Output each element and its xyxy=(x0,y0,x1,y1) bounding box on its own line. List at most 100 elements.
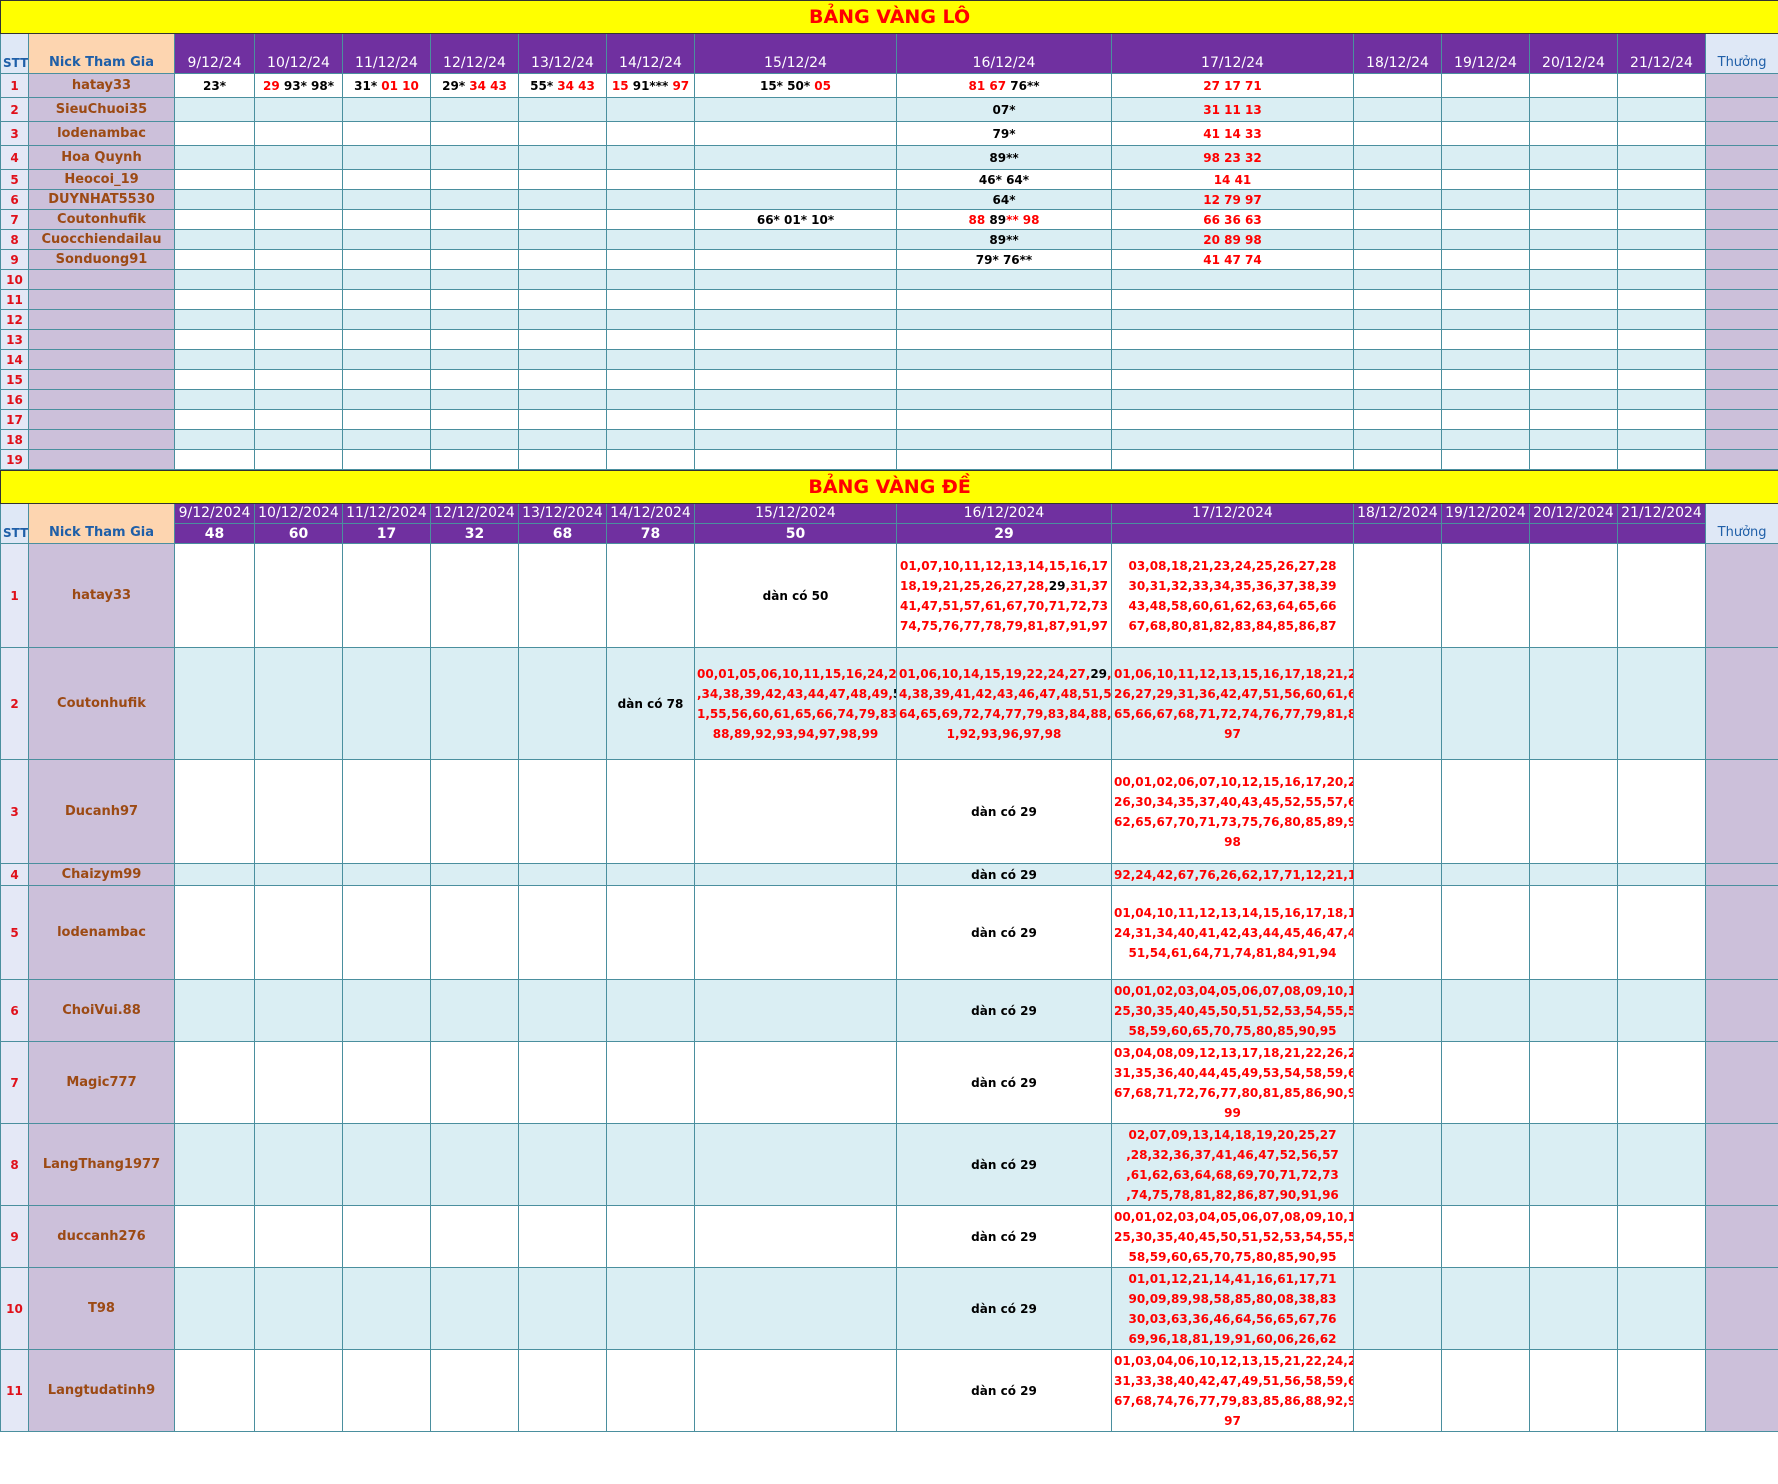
de-cell xyxy=(518,1267,607,1350)
lo-cell xyxy=(1617,229,1706,250)
lo-cell xyxy=(174,289,255,310)
lo-cell xyxy=(430,269,519,290)
de-cell xyxy=(430,885,519,980)
de-cell xyxy=(1353,979,1442,1042)
de-cell xyxy=(254,1349,343,1432)
lo-row-nick: Cuocchiendailau xyxy=(28,229,175,250)
cell-segment: dàn có 29 xyxy=(971,1157,1037,1172)
lo-cell xyxy=(1617,73,1706,98)
de-row: 10 T98 dàn có 29 01,01,12,21,14,41,16,61,17… xyxy=(0,1267,1778,1350)
lo-cell xyxy=(1529,309,1618,330)
lo-thuong-header: Thưởng xyxy=(1704,33,1778,74)
de-cell xyxy=(1353,1205,1442,1268)
de-cell xyxy=(694,759,897,864)
de-cell xyxy=(254,759,343,864)
cell-segment: 88 xyxy=(968,212,990,227)
lo-cell xyxy=(694,189,897,210)
lo-row: 8 Cuocchiendailau 89** 20 89 98 xyxy=(0,229,1778,250)
de-cell xyxy=(174,1123,255,1206)
lo-cell xyxy=(254,249,343,270)
de-cell xyxy=(1441,1349,1530,1432)
lo-cell xyxy=(1111,349,1354,370)
de-cell xyxy=(1617,647,1706,760)
lo-cell: 79* 76** xyxy=(896,249,1112,270)
lo-row-thuong xyxy=(1704,409,1778,430)
lo-cell: 46* 64* xyxy=(896,169,1112,190)
lo-cell xyxy=(1529,429,1618,450)
lo-cell xyxy=(1441,169,1530,190)
lo-cell xyxy=(1353,409,1442,430)
lo-cell: 27 17 71 xyxy=(1111,73,1354,98)
lo-cell: 20 89 98 xyxy=(1111,229,1354,250)
de-cell xyxy=(1441,979,1530,1042)
de-cell xyxy=(430,863,519,886)
lo-cell xyxy=(430,249,519,270)
lo-cell xyxy=(694,309,897,330)
lo-row-stt: 15 xyxy=(0,369,29,390)
de-cell: 00,01,02,03,04,05,06,07,08,09,10,15,20,2… xyxy=(1111,1205,1354,1268)
de-cell xyxy=(606,885,695,980)
cell-segment: 15* 50* xyxy=(759,78,815,93)
de-cell xyxy=(606,863,695,886)
lo-cell xyxy=(1441,189,1530,210)
de-cell xyxy=(694,885,897,980)
lo-cell: 55* 34 43 xyxy=(518,73,607,98)
de-nick-header: Nick Tham Gia xyxy=(28,503,175,544)
lo-row-stt: 12 xyxy=(0,309,29,330)
lo-cell xyxy=(694,349,897,370)
de-cell xyxy=(1529,647,1618,760)
de-cell xyxy=(174,1349,255,1432)
lo-cell xyxy=(606,121,695,146)
lo-cell xyxy=(254,209,343,230)
de-cell xyxy=(1529,759,1618,864)
lo-cell xyxy=(1441,309,1530,330)
lo-row: 2 SieuChuoi35 07* 31 11 13 xyxy=(0,97,1778,122)
cell-segment: 89** xyxy=(989,232,1019,247)
de-cell: 01,03,04,06,10,12,13,15,21,22,24,29,30,3… xyxy=(1111,1349,1354,1432)
de-row: 2 Coutonhufik dàn có 78 00,01,05,06,10,11,1… xyxy=(0,647,1778,760)
lo-cell xyxy=(342,209,431,230)
de-cell xyxy=(342,1041,431,1124)
lo-cell xyxy=(1111,409,1354,430)
lo-row: 10 xyxy=(0,269,1778,290)
de-cell xyxy=(254,1041,343,1124)
lo-cell: 89** xyxy=(896,229,1112,250)
de-result-cell: 32 xyxy=(430,523,519,544)
lo-row-thuong xyxy=(1704,309,1778,330)
de-row-thuong xyxy=(1704,647,1778,760)
lo-date-header: 13/12/24 xyxy=(518,33,607,74)
lo-cell xyxy=(174,145,255,170)
lo-row-stt: 14 xyxy=(0,349,29,370)
de-cell xyxy=(1529,885,1618,980)
de-cell: dàn có 29 xyxy=(896,1041,1112,1124)
de-row-nick: T98 xyxy=(28,1267,175,1350)
de-stt-header: STT xyxy=(0,503,29,544)
lo-cell xyxy=(430,121,519,146)
de-cell xyxy=(1529,1349,1618,1432)
de-cell xyxy=(342,979,431,1042)
lo-cell xyxy=(606,169,695,190)
lo-row: 13 xyxy=(0,329,1778,350)
lo-cell xyxy=(1353,289,1442,310)
lo-row-nick: DUYNHAT5530 xyxy=(28,189,175,210)
de-cell: 92,24,42,67,76,26,62,17,71,12,21,13,56 xyxy=(1111,863,1354,886)
lo-cell xyxy=(1617,189,1706,210)
de-row-stt: 9 xyxy=(0,1205,29,1268)
lo-cell xyxy=(1353,169,1442,190)
lo-date-header: 15/12/24 xyxy=(694,33,897,74)
de-row-nick: duccanh276 xyxy=(28,1205,175,1268)
de-cell: dàn có 50 xyxy=(694,543,897,648)
de-cell: dàn có 29 xyxy=(896,885,1112,980)
de-table: BẢNG VÀNG ĐỀ STT Nick Tham Gia 9/12/2024… xyxy=(0,470,1778,1432)
lo-date-header: 19/12/24 xyxy=(1441,33,1530,74)
cell-segment: dàn có 29 xyxy=(971,804,1037,819)
de-cell: dàn có 29 xyxy=(896,979,1112,1042)
de-row-thuong xyxy=(1704,1349,1778,1432)
cell-segment: 29 xyxy=(262,78,284,93)
lo-cell xyxy=(1529,409,1618,430)
de-cell: 02,07,09,13,14,18,19,20,25,27,28,32,36,3… xyxy=(1111,1123,1354,1206)
de-row-nick: Coutonhufik xyxy=(28,647,175,760)
lo-cell xyxy=(1529,209,1618,230)
de-cell xyxy=(342,759,431,864)
de-row-thuong xyxy=(1704,885,1778,980)
